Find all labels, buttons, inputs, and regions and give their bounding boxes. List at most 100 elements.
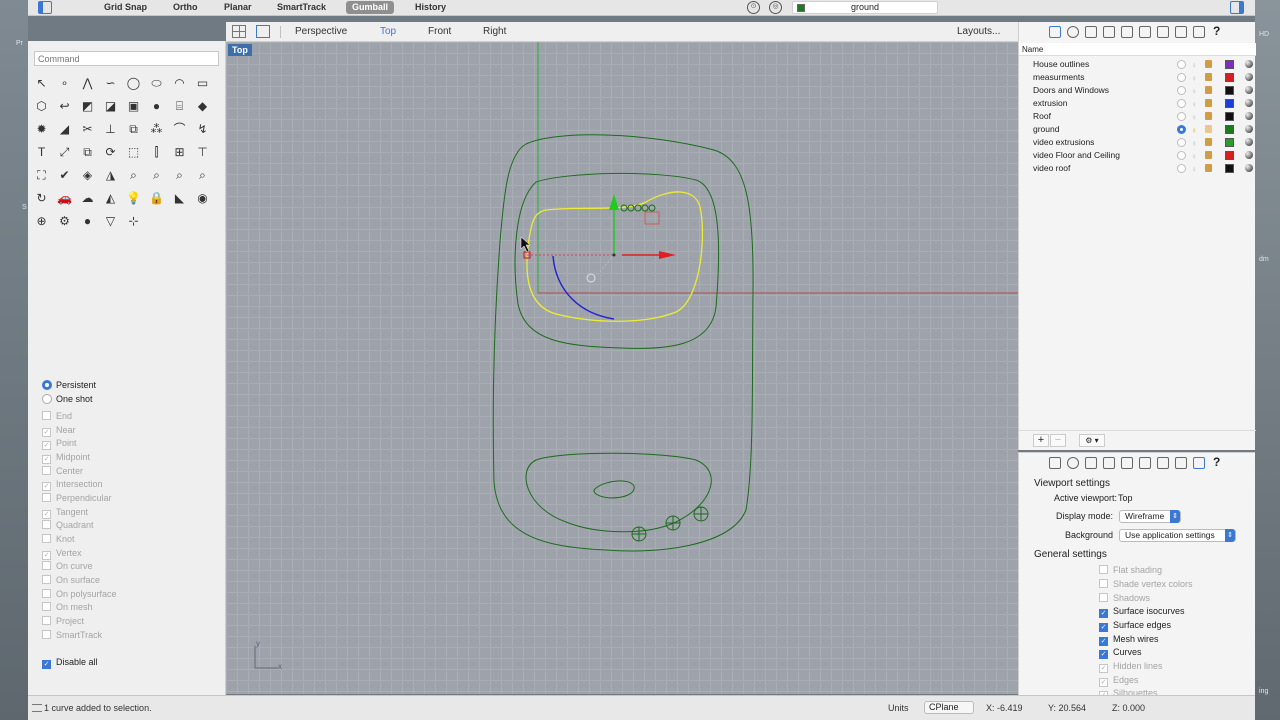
command-history-icon[interactable] bbox=[32, 704, 42, 712]
shadows-checkbox[interactable] bbox=[1099, 593, 1108, 602]
mesh-wires-checkbox[interactable]: ✓ bbox=[1099, 637, 1108, 646]
osnap-target-icon[interactable]: ◎ bbox=[769, 1, 782, 14]
light-bulb-icon[interactable]: 💡 bbox=[124, 189, 143, 208]
lock-icon[interactable] bbox=[1205, 99, 1212, 107]
smarttrack-toggle[interactable]: SmartTrack bbox=[271, 1, 332, 14]
viewport-tab-icon[interactable] bbox=[1193, 26, 1205, 38]
osnap-vertex[interactable]: ✓ Vertex bbox=[42, 547, 82, 560]
background-select[interactable]: Use application settings bbox=[1119, 529, 1236, 542]
display-tab-icon[interactable] bbox=[1175, 26, 1187, 38]
gumball-y-arrow-head[interactable] bbox=[609, 194, 619, 210]
edges-checkbox[interactable]: ✓ bbox=[1099, 678, 1108, 687]
lock-icon[interactable] bbox=[1205, 112, 1212, 120]
layer-material-icon[interactable] bbox=[1245, 125, 1253, 133]
layer-row[interactable]: video Floor and Ceiling ♀ bbox=[1019, 149, 1256, 162]
ground-outline-curve[interactable] bbox=[492, 134, 754, 552]
lock-icon[interactable] bbox=[1205, 125, 1212, 133]
light-bulb-icon[interactable]: ♀ bbox=[1191, 163, 1197, 176]
shade-vertex-colors-option[interactable]: Shade vertex colors bbox=[1099, 578, 1193, 591]
grid-snap-toggle[interactable]: Grid Snap bbox=[98, 1, 153, 14]
osnap-midpoint[interactable]: ✓ Midpoint bbox=[42, 451, 90, 464]
osnap-near[interactable]: ✓ Near bbox=[42, 424, 76, 437]
select-arrow-icon[interactable]: ↖ bbox=[32, 74, 51, 93]
osnap-intersection[interactable]: ✓ Intersection bbox=[42, 478, 103, 491]
osnap-point-checkbox[interactable]: ✓ bbox=[42, 441, 51, 450]
point-icon[interactable]: ∘ bbox=[55, 74, 74, 93]
disable-all-checkbox[interactable]: ✓ bbox=[42, 660, 51, 669]
lock-icon[interactable] bbox=[1205, 73, 1212, 81]
layer-material-icon[interactable] bbox=[1245, 60, 1253, 68]
dimension-icon[interactable]: ◢ bbox=[55, 120, 74, 139]
text-icon[interactable]: T bbox=[32, 143, 51, 162]
color-wheel-icon[interactable]: ◉ bbox=[193, 189, 212, 208]
render-icon[interactable]: ☁ bbox=[78, 189, 97, 208]
osnap-intersection-checkbox[interactable]: ✓ bbox=[42, 482, 51, 491]
layer-color-swatch[interactable] bbox=[1225, 112, 1234, 121]
persistent-radio[interactable] bbox=[42, 380, 52, 390]
camera-tab-icon[interactable] bbox=[1121, 457, 1133, 469]
layer-current-radio[interactable] bbox=[1177, 99, 1186, 108]
cone-icon[interactable]: ▽ bbox=[101, 212, 120, 231]
osnap-mode-persistent[interactable]: Persistent bbox=[42, 379, 96, 392]
copy-icon[interactable]: ⧉ bbox=[78, 143, 97, 162]
layers-tab-icon[interactable] bbox=[1049, 457, 1061, 469]
box-icon[interactable]: ▣ bbox=[124, 97, 143, 116]
osnap-on-surface[interactable]: On surface bbox=[42, 574, 100, 587]
layer-row[interactable]: Doors and Windows ♀ bbox=[1019, 84, 1256, 97]
layer-current-radio[interactable] bbox=[1177, 60, 1186, 69]
align-icon[interactable]: ⊤ bbox=[193, 143, 212, 162]
surface-analysis-icon[interactable]: ◮ bbox=[101, 166, 120, 185]
shadows-option[interactable]: Shadows bbox=[1099, 592, 1150, 605]
osnap-midpoint-checkbox[interactable]: ✓ bbox=[42, 455, 51, 464]
lock-icon[interactable] bbox=[1205, 151, 1212, 159]
surface-isocurves-option[interactable]: ✓ Surface isocurves bbox=[1099, 605, 1185, 618]
lock-icon[interactable]: 🔒 bbox=[147, 189, 166, 208]
ground-inner-curve[interactable] bbox=[514, 172, 720, 349]
curves-option[interactable]: ✓ Curves bbox=[1099, 646, 1142, 659]
layer-row[interactable]: ground ♀ bbox=[1019, 123, 1256, 136]
history-toggle[interactable]: History bbox=[409, 1, 452, 14]
gumball-x-arrow-head[interactable] bbox=[659, 251, 676, 259]
osnap-project[interactable]: Project bbox=[42, 615, 84, 628]
osnap-center-checkbox[interactable] bbox=[42, 466, 51, 475]
remove-layer-button[interactable]: − bbox=[1050, 434, 1066, 447]
layer-current-radio[interactable] bbox=[1177, 138, 1186, 147]
cube-tab-icon[interactable] bbox=[1103, 457, 1115, 469]
osnap-smarttrack-checkbox[interactable] bbox=[42, 630, 51, 639]
osnap-smarttrack[interactable]: SmartTrack bbox=[42, 629, 102, 642]
layer-current-radio[interactable] bbox=[1177, 112, 1186, 121]
small-red-rect[interactable] bbox=[644, 211, 660, 225]
layer-row[interactable]: measurments ♀ bbox=[1019, 71, 1256, 84]
help-icon[interactable]: ? bbox=[1213, 24, 1220, 38]
display-tab-icon[interactable] bbox=[1175, 457, 1187, 469]
layer-material-icon[interactable] bbox=[1245, 112, 1253, 120]
gumball-toggle[interactable]: Gumball bbox=[346, 1, 395, 14]
layer-color-swatch[interactable] bbox=[1225, 99, 1234, 108]
zoom-window-icon[interactable]: ⌕ bbox=[147, 166, 166, 185]
ortho-toggle[interactable]: Ortho bbox=[167, 1, 204, 14]
tab-top[interactable]: Top bbox=[380, 26, 396, 37]
mesh-wires-option[interactable]: ✓ Mesh wires bbox=[1099, 633, 1159, 646]
ellipse-icon[interactable]: ⬭ bbox=[147, 74, 166, 93]
record-history-icon[interactable]: ⊙ bbox=[747, 1, 760, 14]
properties-tab-icon[interactable] bbox=[1067, 26, 1079, 38]
osnap-tangent[interactable]: ✓ Tangent bbox=[42, 506, 88, 519]
globe-icon[interactable]: ⊕ bbox=[32, 212, 51, 231]
layer-color-swatch[interactable] bbox=[1225, 164, 1234, 173]
car-icon[interactable]: 🚗 bbox=[55, 189, 74, 208]
hidden-lines-checkbox[interactable]: ✓ bbox=[1099, 664, 1108, 673]
properties-tab-icon[interactable] bbox=[1067, 457, 1079, 469]
left-sidebar-toggle-icon[interactable] bbox=[38, 1, 52, 14]
mesh-plane-icon[interactable]: ◆ bbox=[193, 97, 212, 116]
arc-icon[interactable]: ◠ bbox=[170, 74, 189, 93]
layer-material-icon[interactable] bbox=[1245, 73, 1253, 81]
viewport-title[interactable]: Top bbox=[228, 44, 252, 56]
array-icon[interactable]: ⊞ bbox=[170, 143, 189, 162]
flat-shading-checkbox[interactable] bbox=[1099, 565, 1108, 574]
osnap-perpendicular-checkbox[interactable] bbox=[42, 493, 51, 502]
edges-option[interactable]: ✓ Edges bbox=[1099, 674, 1139, 687]
osnap-on-mesh-checkbox[interactable] bbox=[42, 602, 51, 611]
curves-checkbox[interactable]: ✓ bbox=[1099, 650, 1108, 659]
edit-points-icon[interactable]: ⛶ bbox=[32, 166, 51, 185]
lock-icon[interactable] bbox=[1205, 86, 1212, 94]
